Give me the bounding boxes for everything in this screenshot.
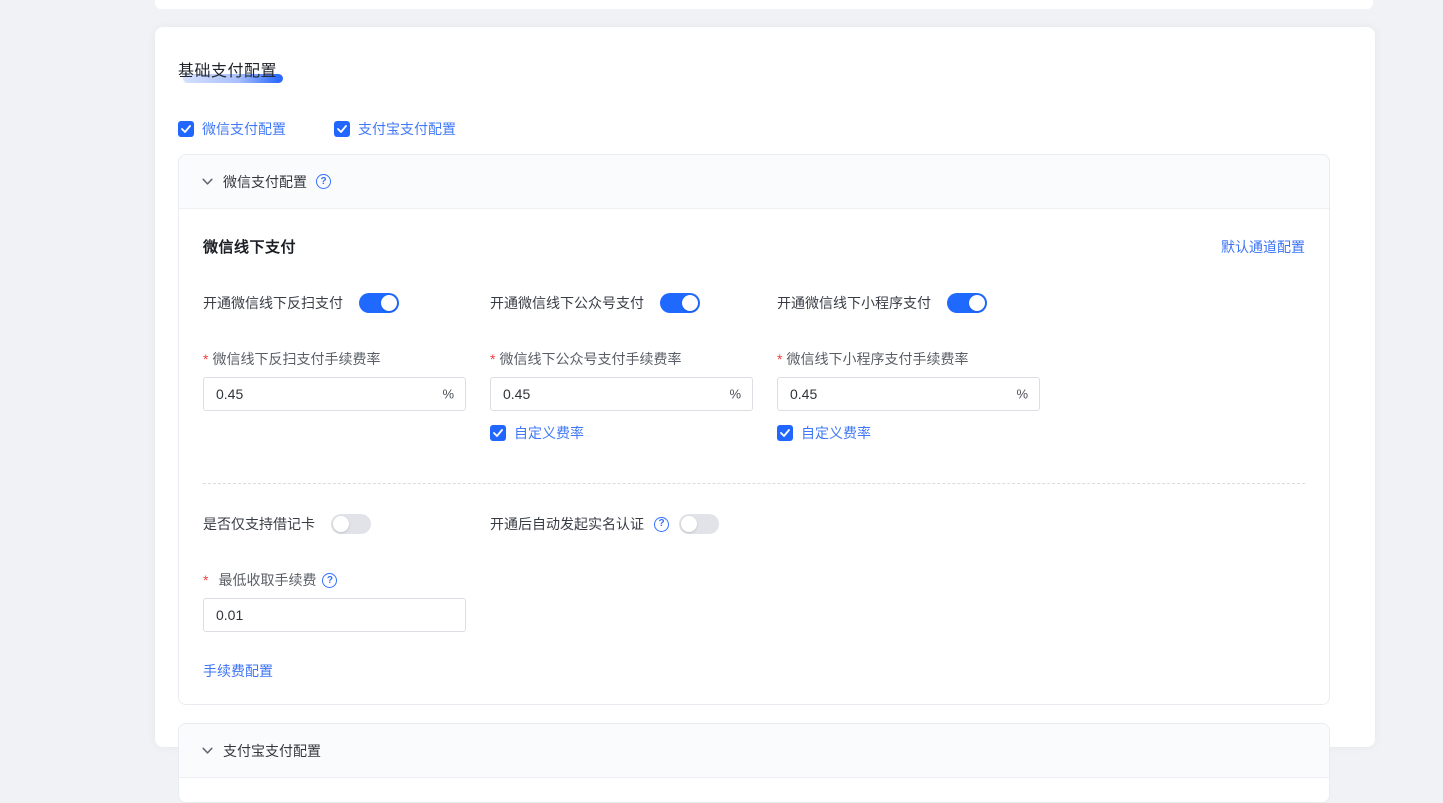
basic-payment-config-card: 基础支付配置 微信支付配置 支付宝支付配置 微信支付配置 ? 微信线下支付 默认… bbox=[155, 27, 1375, 747]
real-name-toggle-label: 开通后自动发起实名认证 bbox=[490, 514, 644, 534]
checkbox-checked-icon bbox=[777, 425, 793, 441]
mini-program-rate-input[interactable] bbox=[777, 377, 1040, 411]
chevron-down-icon bbox=[201, 175, 214, 188]
min-fee-field bbox=[203, 598, 466, 632]
reverse-scan-rate-input[interactable] bbox=[203, 377, 466, 411]
default-channel-config-link[interactable]: 默认通道配置 bbox=[1221, 237, 1305, 257]
offline-pay-section-title: 微信线下支付 bbox=[203, 236, 296, 257]
alipay-pay-config-panel: 支付宝支付配置 bbox=[178, 723, 1330, 803]
required-marker: * bbox=[490, 351, 495, 367]
mini-program-toggle-cell: 开通微信线下小程序支付 bbox=[777, 293, 1040, 313]
official-account-pay-toggle[interactable] bbox=[660, 293, 700, 313]
wechat-panel-body: 微信线下支付 默认通道配置 开通微信线下反扫支付 开通微信线下公众号支付 开通微… bbox=[179, 209, 1329, 704]
mini-program-rate-label: 微信线下小程序支付手续费率 bbox=[786, 351, 968, 367]
wechat-config-checkbox[interactable]: 微信支付配置 bbox=[178, 119, 286, 139]
help-icon[interactable]: ? bbox=[316, 174, 331, 189]
reverse-scan-pay-toggle[interactable] bbox=[359, 293, 399, 313]
pay-toggle-row: 开通微信线下反扫支付 开通微信线下公众号支付 开通微信线下小程序支付 bbox=[203, 293, 1305, 313]
fee-config-link-row: 手续费配置 bbox=[203, 661, 1305, 681]
mini-program-rate-field: % bbox=[777, 377, 1040, 411]
official-account-rate-field: % bbox=[490, 377, 753, 411]
previous-card-bottom-edge bbox=[155, 0, 1373, 9]
toggle-knob bbox=[682, 295, 698, 311]
rate-input-row: % % 自定义费率 bbox=[203, 377, 1305, 443]
wechat-pay-config-panel: 微信支付配置 ? 微信线下支付 默认通道配置 开通微信线下反扫支付 开通微信线下… bbox=[178, 154, 1330, 705]
required-marker: * bbox=[203, 351, 208, 367]
checkbox-checked-icon bbox=[490, 425, 506, 441]
min-fee-label-row: * 最低收取手续费 ? bbox=[203, 571, 1305, 590]
toggle-knob bbox=[969, 295, 985, 311]
real-name-toggle-cell: 开通后自动发起实名认证 ? bbox=[490, 514, 753, 534]
alipay-config-checkbox[interactable]: 支付宝支付配置 bbox=[334, 119, 456, 139]
checkbox-checked-icon bbox=[178, 121, 194, 137]
reverse-scan-toggle-cell: 开通微信线下反扫支付 bbox=[203, 293, 466, 313]
min-fee-input[interactable] bbox=[203, 598, 466, 632]
alipay-panel-header[interactable]: 支付宝支付配置 bbox=[179, 724, 1329, 778]
secondary-toggle-row: 是否仅支持借记卡 开通后自动发起实名认证 ? bbox=[203, 514, 1305, 534]
help-icon[interactable]: ? bbox=[322, 573, 337, 588]
checkbox-checked-icon bbox=[334, 121, 350, 137]
payment-config-checkbox-row: 微信支付配置 支付宝支付配置 bbox=[178, 119, 1330, 139]
page-title: 基础支付配置 bbox=[178, 57, 277, 81]
required-marker: * bbox=[203, 571, 208, 590]
min-fee-label: 最低收取手续费 bbox=[218, 571, 316, 590]
alipay-config-checkbox-label: 支付宝支付配置 bbox=[358, 119, 456, 139]
alipay-panel-title: 支付宝支付配置 bbox=[223, 741, 321, 761]
debit-card-toggle-label: 是否仅支持借记卡 bbox=[203, 514, 315, 534]
mini-program-custom-rate-checkbox[interactable]: 自定义费率 bbox=[777, 423, 1040, 443]
custom-rate-checkbox-label: 自定义费率 bbox=[801, 423, 871, 443]
custom-rate-checkbox-label: 自定义费率 bbox=[514, 423, 584, 443]
chevron-down-icon bbox=[201, 744, 214, 757]
help-icon[interactable]: ? bbox=[654, 517, 669, 532]
official-account-custom-rate-checkbox[interactable]: 自定义费率 bbox=[490, 423, 753, 443]
fee-config-link[interactable]: 手续费配置 bbox=[203, 663, 273, 679]
official-account-toggle-cell: 开通微信线下公众号支付 bbox=[490, 293, 753, 313]
debit-card-only-toggle[interactable] bbox=[331, 514, 371, 534]
offline-pay-section-header: 微信线下支付 默认通道配置 bbox=[203, 236, 1305, 257]
auto-real-name-toggle[interactable] bbox=[679, 514, 719, 534]
dashed-divider bbox=[203, 483, 1305, 484]
required-marker: * bbox=[777, 351, 782, 367]
toggle-knob bbox=[333, 516, 349, 532]
reverse-scan-rate-label: 微信线下反扫支付手续费率 bbox=[212, 351, 380, 367]
rate-label-row: *微信线下反扫支付手续费率 *微信线下公众号支付手续费率 *微信线下小程序支付手… bbox=[203, 350, 1305, 369]
toggle-knob bbox=[681, 516, 697, 532]
debit-card-toggle-cell: 是否仅支持借记卡 bbox=[203, 514, 466, 534]
toggle-knob bbox=[381, 295, 397, 311]
mini-program-pay-toggle[interactable] bbox=[947, 293, 987, 313]
reverse-scan-rate-field: % bbox=[203, 377, 466, 411]
official-account-rate-label: 微信线下公众号支付手续费率 bbox=[499, 351, 681, 367]
wechat-config-checkbox-label: 微信支付配置 bbox=[202, 119, 286, 139]
official-account-rate-input[interactable] bbox=[490, 377, 753, 411]
wechat-panel-header[interactable]: 微信支付配置 ? bbox=[179, 155, 1329, 209]
wechat-panel-title: 微信支付配置 bbox=[223, 172, 307, 192]
